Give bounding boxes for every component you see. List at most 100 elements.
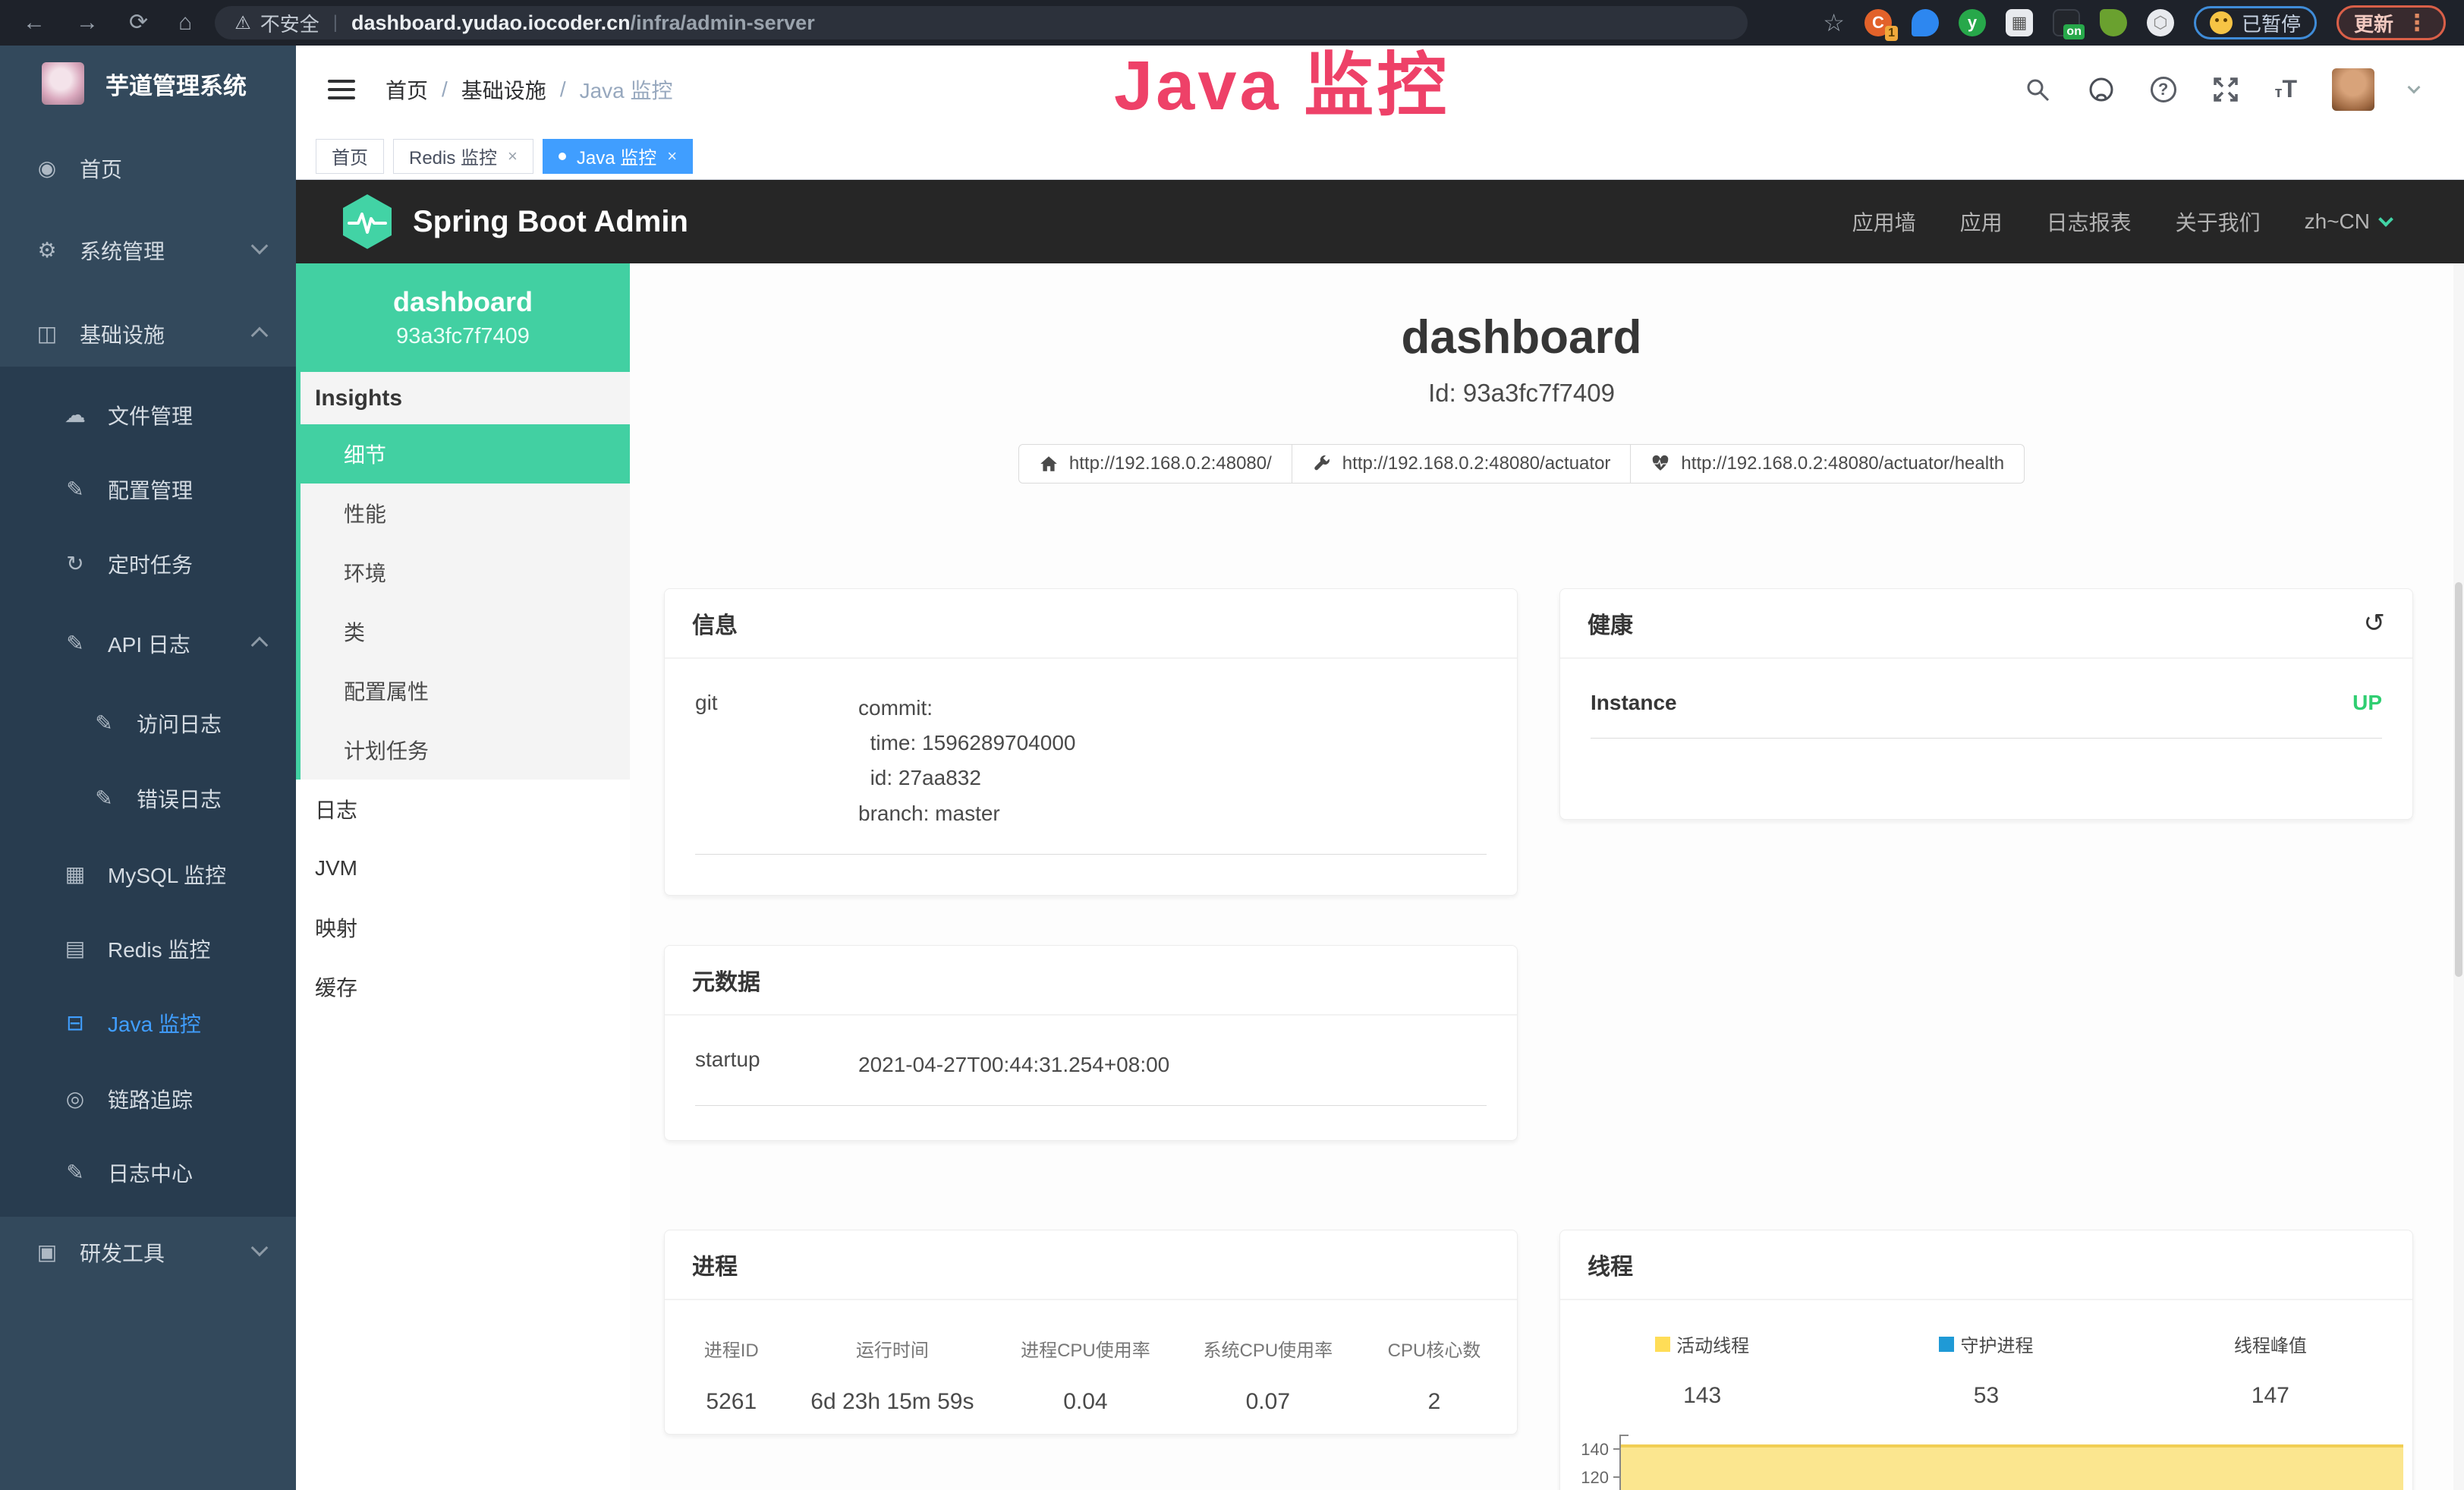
sba-content: dashboard Id: 93a3fc7f7409 http://192.16… [630,263,2453,1490]
sidebar-item-api-logs[interactable]: ✎ API 日志 [0,627,296,660]
sidebar-item-infrastructure[interactable]: ◫ 基础设施 [0,317,296,351]
instance-header[interactable]: dashboard 93a3fc7f7409 [296,263,630,372]
info-git-row: git commit: time: 1596289704000 id: 27aa… [695,691,1487,855]
metadata-card: 元数据 startup 2021-04-27T00:44:31.254+08:0… [664,945,1518,1141]
sidebar-item-file-mgmt[interactable]: ☁ 文件管理 [0,398,296,432]
process-cell: 0.04 [994,1389,1176,1415]
breadcrumb-current: Java 监控 [580,74,673,105]
menu-item-classes[interactable]: 类 [296,602,630,661]
info-git-label: git [695,691,858,831]
extensions-puzzle-icon[interactable]: ⬡ [2147,9,2174,36]
process-col-header: 进程ID [672,1335,791,1362]
threads-chart-yaxis: 140120100 [1560,1435,1619,1490]
extension-icon-2[interactable] [1912,9,1939,36]
user-avatar[interactable] [2332,68,2374,111]
sidebar-item-home[interactable]: ◉ 首页 [0,152,296,185]
menu-item-metrics[interactable]: 性能 [296,484,630,543]
legend-daemon-threads: 守护进程 [1844,1331,2128,1357]
user-caret-icon[interactable] [2408,80,2421,93]
chevron-down-icon [251,1240,269,1257]
tabs-bar: 首页 Redis 监控 × Java 监控 × [296,133,2464,180]
sidebar-item-system-mgmt[interactable]: ⚙ 系统管理 [0,234,296,267]
github-icon[interactable] [2087,75,2116,104]
sidebar-item-config-mgmt[interactable]: ✎ 配置管理 [0,473,296,506]
extension-icon-5[interactable]: on [2053,9,2080,36]
menu-item-logs[interactable]: 日志 [296,780,630,839]
table-icon: ▦ [62,864,88,885]
process-cell: 0.07 [1177,1389,1359,1415]
edit-icon: ✎ [62,633,88,654]
legend-label: 线程峰值 [2234,1331,2307,1357]
address-bar[interactable]: ⚠ 不安全 | dashboard.yudao.iocoder.cn /infr… [215,6,1748,39]
browser-update-button[interactable]: 更新 ⋮ [2337,5,2446,40]
forward-icon[interactable]: → [76,11,99,34]
tab-label: Java 监控 [577,143,656,169]
sidebar-item-label: 链路追踪 [108,1084,193,1114]
sba-nav-applications[interactable]: 应用 [1960,206,2003,237]
extension-icon-4[interactable]: ▦ [2006,9,2033,36]
search-icon[interactable] [2023,75,2052,104]
sba-brand-title[interactable]: Spring Boot Admin [413,205,688,239]
bookmark-star-icon[interactable]: ☆ [1823,8,1845,37]
sba-logo-icon[interactable] [343,194,392,249]
fullscreen-icon[interactable] [2211,75,2240,104]
sidebar-item-redis-monitor[interactable]: ▤ Redis 监控 [0,932,296,966]
chevron-down-icon [251,238,269,255]
sba-nav-journal[interactable]: 日志报表 [2047,206,2132,237]
security-label: 不安全 [260,9,319,37]
breadcrumb-infra[interactable]: 基础设施 [461,74,546,105]
sba-nav-wallboard[interactable]: 应用墙 [1852,206,1916,237]
menu-item-jvm[interactable]: JVM [296,839,630,898]
menu-item-caches[interactable]: 缓存 [296,957,630,1016]
sidebar-item-mysql-monitor[interactable]: ▦ MySQL 监控 [0,858,296,891]
home-icon[interactable]: ⌂ [178,11,192,34]
font-size-icon[interactable]: тT [2275,75,2297,103]
sba-nav-about[interactable]: 关于我们 [2176,206,2261,237]
menu-item-details[interactable]: 细节 [296,424,630,484]
sidebar-item-label: Redis 监控 [108,934,210,964]
browser-menu-icon[interactable]: ⋮ [2406,10,2428,36]
sidebar-item-java-monitor[interactable]: ⊟ Java 监控 [0,1006,296,1040]
sidebar-item-dev-tools[interactable]: ▣ 研发工具 [0,1236,296,1269]
app-logo[interactable]: 芋道管理系统 [42,62,247,105]
reload-icon[interactable]: ⟳ [129,11,148,34]
menu-item-config-props[interactable]: 配置属性 [296,661,630,720]
menu-item-mappings[interactable]: 映射 [296,898,630,957]
close-icon[interactable]: × [667,146,677,166]
scrollbar-thumb[interactable] [2455,582,2462,977]
sidebar-collapse-icon[interactable] [328,80,355,99]
extension-letter: C [1872,13,1884,33]
extension-icon-1[interactable]: C 1 [1865,9,1892,36]
actuator-url-button[interactable]: http://192.168.0.2:48080/actuator [1292,444,1632,484]
history-icon[interactable]: ↺ [2364,608,2386,638]
chevron-up-icon [251,637,269,654]
help-icon[interactable]: ? [2151,77,2176,102]
extension-icon-3[interactable]: y [1959,9,1986,36]
sba-locale-select[interactable]: zh~CN [2305,209,2391,234]
page-scrollbar[interactable] [2453,263,2464,1490]
extension-icon-6[interactable] [2100,9,2127,36]
info-card-title: 信息 [692,606,738,640]
service-url-button[interactable]: http://192.168.0.2:48080/ [1018,444,1292,484]
url-divider: | [333,12,338,33]
sidebar-item-tracing[interactable]: ◎ 链路追踪 [0,1082,296,1116]
profile-emoji-icon [2210,11,2233,34]
sidebar-item-log-center[interactable]: ✎ 日志中心 [0,1156,296,1189]
tab-home[interactable]: 首页 [316,139,384,174]
menu-item-scheduled[interactable]: 计划任务 [296,720,630,780]
legend-peak-threads: 线程峰值 [2129,1331,2412,1357]
legend-live-threads: 活动线程 [1560,1331,1844,1357]
tab-redis-monitor[interactable]: Redis 监控 × [393,139,533,174]
health-url-button[interactable]: http://192.168.0.2:48080/actuator/health [1631,444,2025,484]
sidebar-item-label: 日志中心 [108,1158,193,1188]
breadcrumb-home[interactable]: 首页 [385,74,428,105]
menu-item-environment[interactable]: 环境 [296,543,630,602]
tab-java-monitor[interactable]: Java 监控 × [543,139,693,174]
back-icon[interactable]: ← [23,11,46,34]
sidebar-item-scheduled-tasks[interactable]: ↻ 定时任务 [0,547,296,581]
close-icon[interactable]: × [508,146,518,166]
sidebar-item-error-logs[interactable]: ✎ 错误日志 [0,782,296,815]
profile-paused-chip[interactable]: 已暂停 [2194,6,2317,39]
sidebar-item-access-logs[interactable]: ✎ 访问日志 [0,707,296,740]
edit-icon: ✎ [91,788,117,809]
